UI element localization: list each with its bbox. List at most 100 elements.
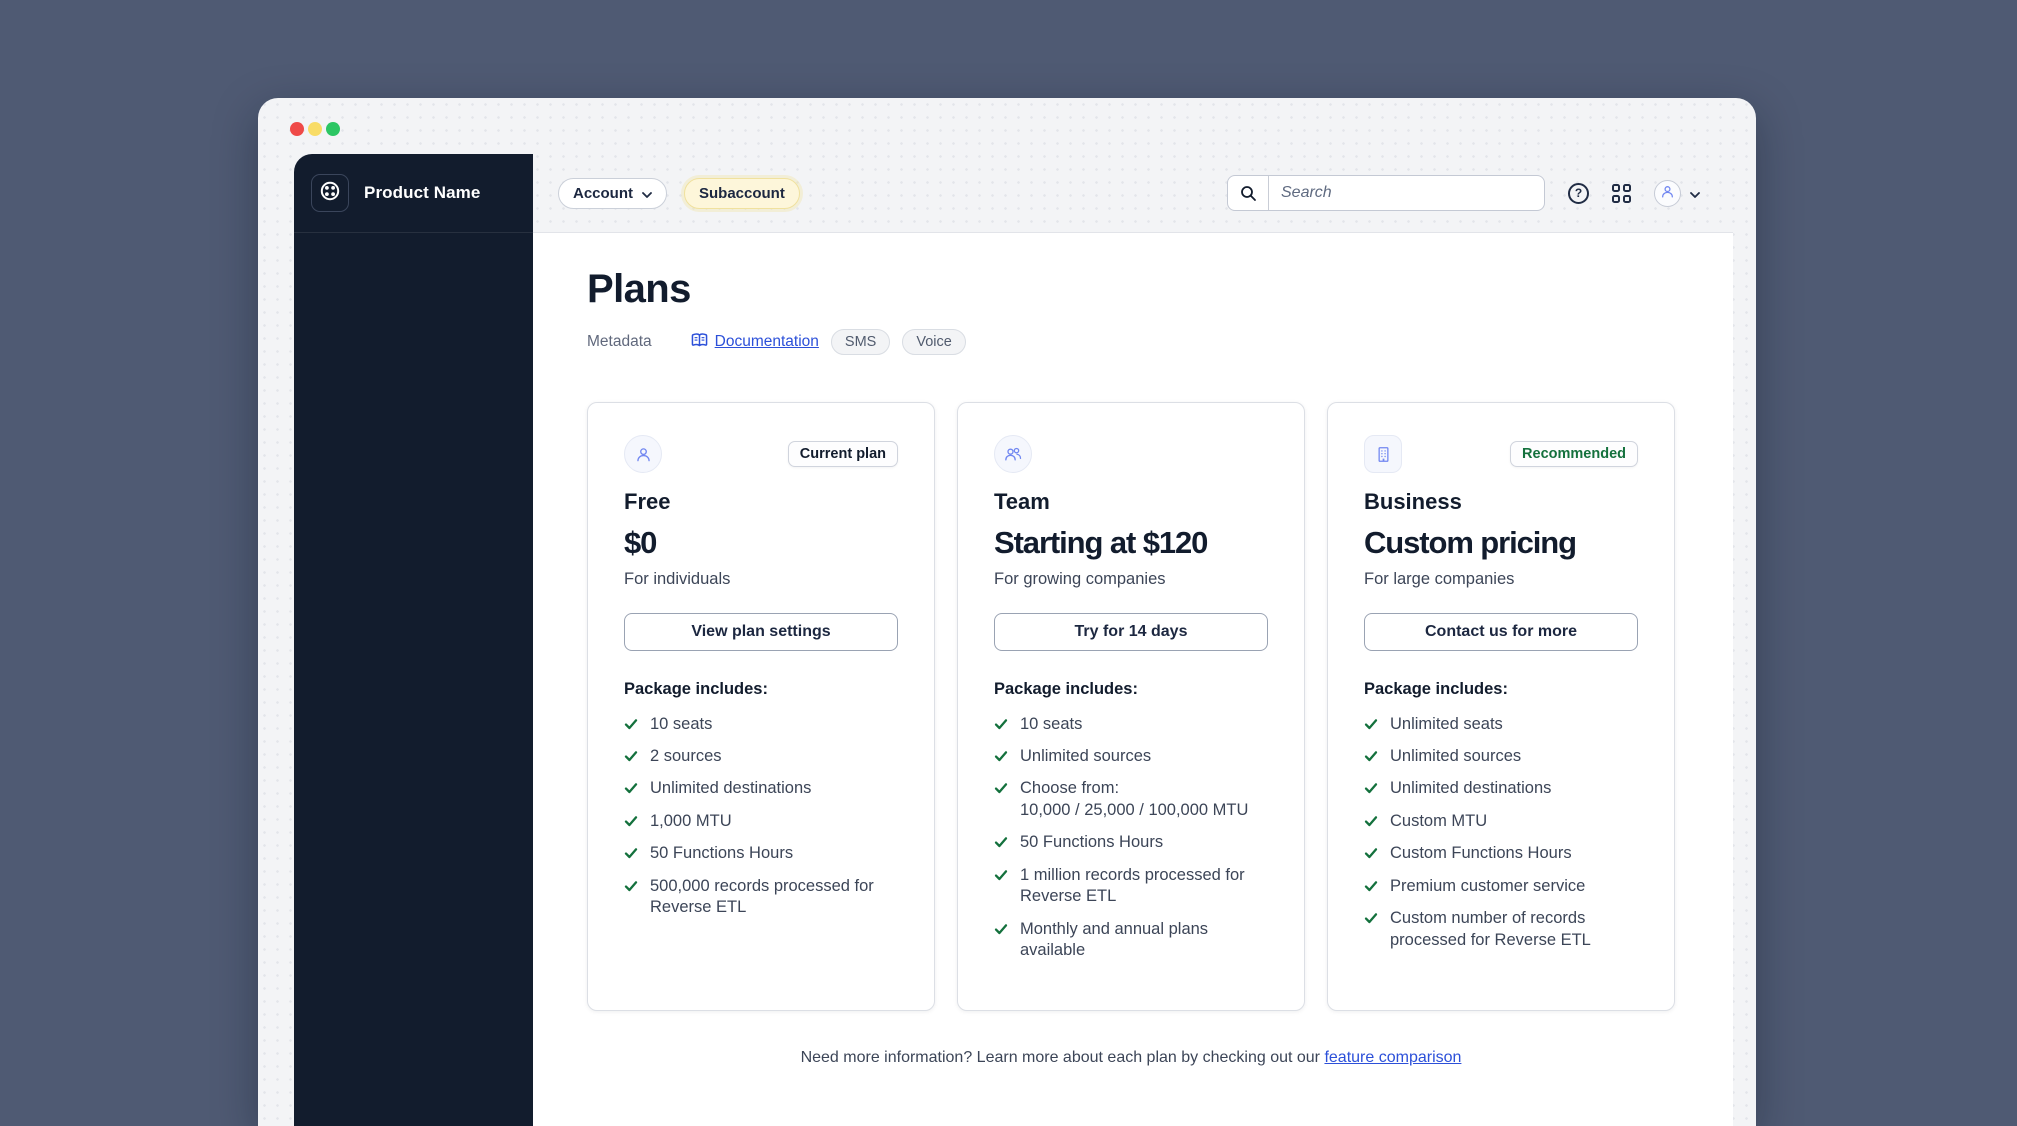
page-title: Plans — [587, 267, 691, 311]
meta-row: Metadata Documentation SMS Voice — [587, 328, 1733, 356]
feature-text: 500,000 records processed for Reverse ET… — [650, 876, 874, 917]
plan-audience: For growing companies — [994, 570, 1166, 588]
tag-sms: SMS — [830, 329, 891, 355]
building-icon — [1364, 435, 1402, 473]
search-icon — [1228, 176, 1269, 210]
documentation-link-label: Documentation — [714, 333, 819, 350]
feature-item: Custom MTU — [1364, 805, 1638, 837]
feature-text: 10 seats — [650, 714, 713, 733]
feature-item: Unlimited destinations — [1364, 773, 1638, 805]
feature-item: Unlimited seats — [1364, 708, 1638, 740]
close-window-button[interactable] — [290, 122, 304, 136]
feature-item: Choose from: 10,000 / 25,000 / 100,000 M… — [994, 773, 1268, 827]
current-plan-badge: Current plan — [787, 441, 898, 467]
feature-item: 10 seats — [624, 708, 898, 740]
page-content: Plans Metadata Documentation SMS Voice C… — [533, 233, 1733, 1126]
feature-item: Unlimited sources — [994, 740, 1268, 772]
team-icon — [994, 435, 1032, 473]
check-icon — [1364, 814, 1378, 828]
feature-text: Unlimited destinations — [650, 779, 812, 798]
feature-text: Unlimited sources — [1390, 746, 1522, 765]
check-icon — [994, 868, 1008, 882]
recommended-badge: Recommended — [1510, 441, 1638, 467]
avatar — [1654, 179, 1681, 207]
product-logo-button[interactable] — [311, 174, 349, 212]
feature-list: 10 seats 2 sources Unlimited destinations 1… — [624, 708, 898, 924]
feature-item: Custom Functions Hours — [1364, 838, 1638, 870]
feature-comparison-link[interactable]: feature comparison — [1324, 1049, 1461, 1066]
contact-us-button[interactable]: Contact us for more — [1364, 613, 1638, 651]
apps-button[interactable] — [1612, 183, 1631, 203]
plan-price: Starting at $120 — [994, 525, 1208, 560]
package-includes-label: Package includes: — [624, 680, 768, 698]
chevron-down-icon — [642, 185, 652, 202]
feature-item: 50 Functions Hours — [624, 838, 898, 870]
check-icon — [1364, 749, 1378, 763]
feature-item: Monthly and annual plans available — [994, 913, 1268, 967]
feature-text: 50 Functions Hours — [1020, 833, 1164, 852]
account-dropdown-label: Account — [573, 184, 633, 202]
plan-name: Free — [624, 489, 671, 514]
feature-text: Monthly and annual plans available — [1020, 919, 1209, 959]
search-input[interactable] — [1269, 176, 1544, 210]
user-icon — [624, 435, 662, 473]
feature-text: Choose from: 10,000 / 25,000 / 100,000 M… — [1020, 779, 1249, 819]
plan-price: $0 — [624, 525, 657, 560]
plan-cards: Current plan Free $0 For individuals Vie… — [587, 402, 1675, 1011]
plans-footer: Need more information? Learn more about … — [587, 1049, 1675, 1067]
account-dropdown[interactable]: Account — [558, 177, 667, 209]
feature-item: Unlimited destinations — [624, 773, 898, 805]
plan-name: Team — [994, 489, 1050, 514]
check-icon — [1364, 879, 1378, 893]
view-plan-settings-button[interactable]: View plan settings — [624, 613, 898, 651]
app-shell: Product Name Account Subaccount Search ?… — [294, 154, 1733, 1126]
feature-text: Unlimited seats — [1390, 714, 1503, 733]
metadata-label: Metadata — [587, 333, 652, 350]
user-menu[interactable] — [1654, 179, 1700, 207]
sidebar-header: Product Name — [294, 154, 533, 233]
check-icon — [994, 835, 1008, 849]
check-icon — [624, 846, 638, 860]
check-icon — [1364, 781, 1378, 795]
plan-card-header: Current plan — [624, 435, 898, 473]
try-for-14-days-button[interactable]: Try for 14 days — [994, 613, 1268, 651]
product-name: Product Name — [364, 183, 481, 202]
feature-list: 10 seats Unlimited sources Choose from: 10… — [994, 708, 1268, 967]
search-box — [1227, 175, 1545, 211]
feature-text: 10 seats — [1020, 714, 1083, 733]
feature-text: Premium customer service — [1390, 876, 1586, 895]
feature-text: 1,000 MTU — [650, 811, 732, 830]
sidebar: Product Name — [294, 154, 533, 1126]
plan-name: Business — [1364, 489, 1462, 514]
feature-item: 10 seats — [994, 708, 1268, 740]
app-window: Product Name Account Subaccount Search ?… — [258, 98, 1756, 1126]
check-icon — [624, 749, 638, 763]
help-button[interactable]: ? — [1568, 182, 1589, 204]
feature-text: Unlimited destinations — [1390, 779, 1552, 798]
plan-audience: For large companies — [1364, 570, 1515, 588]
help-icon: ? — [1568, 182, 1589, 204]
feature-item: 2 sources — [624, 740, 898, 772]
plan-card-team: Team Starting at $120 For growing compan… — [957, 402, 1305, 1011]
main-column: Account Subaccount Search ? Plans Metada… — [533, 154, 1733, 1126]
feature-text: Unlimited sources — [1020, 746, 1152, 765]
check-icon — [1364, 846, 1378, 860]
plan-card-free: Current plan Free $0 For individuals Vie… — [587, 402, 935, 1011]
check-icon — [624, 814, 638, 828]
check-icon — [994, 717, 1008, 731]
minimize-window-button[interactable] — [308, 122, 322, 136]
plan-audience: For individuals — [624, 570, 731, 588]
tag-voice: Voice — [902, 329, 966, 355]
check-icon — [624, 717, 638, 731]
feature-text: 1 million records processed for Reverse … — [1020, 865, 1245, 906]
feature-item: Unlimited sources — [1364, 740, 1638, 772]
zoom-window-button[interactable] — [326, 122, 340, 136]
feature-item: 1 million records processed for Reverse … — [994, 859, 1268, 913]
footer-text: Need more information? Learn more about … — [800, 1049, 1325, 1066]
package-includes-label: Package includes: — [1364, 680, 1508, 698]
documentation-link[interactable]: Documentation — [690, 332, 819, 353]
check-icon — [624, 781, 638, 795]
apps-grid-icon — [1612, 183, 1631, 203]
subaccount-badge[interactable]: Subaccount — [684, 177, 800, 209]
feature-text: 50 Functions Hours — [650, 844, 794, 863]
